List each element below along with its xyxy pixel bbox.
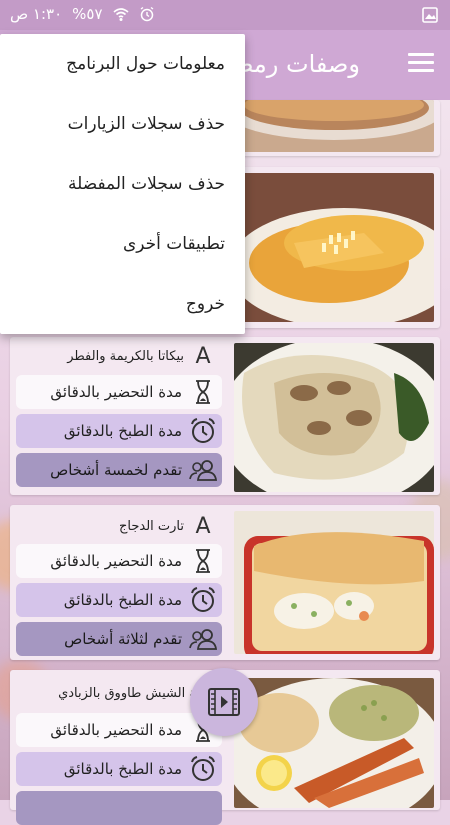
hourglass-icon	[188, 377, 218, 407]
prep-time-pill[interactable]: مدة التحضير بالدقائق	[16, 544, 222, 578]
recipe-image	[234, 100, 434, 152]
menu-item-exit[interactable]: خروج	[0, 274, 245, 334]
hourglass-icon	[188, 546, 218, 576]
wifi-icon	[113, 8, 129, 21]
menu-item-clear-favorites[interactable]: حذف سجلات المفضلة	[0, 154, 245, 214]
prep-time-pill[interactable]: مدة التحضير بالدقائق	[16, 375, 222, 409]
overflow-menu: معلومات حول البرنامج حذف سجلات الزيارات …	[0, 34, 245, 334]
status-bar: ١:٣٠ ص %٥٧	[0, 0, 450, 30]
menu-item-clear-history[interactable]: حذف سجلات الزيارات	[0, 94, 245, 154]
alarm-clock-icon	[188, 585, 218, 615]
prep-time-label: مدة التحضير بالدقائق	[50, 552, 182, 570]
alarm-icon	[140, 6, 153, 22]
cook-time-label: مدة الطبخ بالدقائق	[63, 591, 182, 609]
alarm-clock-icon	[188, 754, 218, 784]
recipe-title-row: تارت الدجاج A	[10, 513, 216, 539]
servings-pill[interactable]	[16, 791, 222, 825]
servings-label: تقدم لخمسة أشخاص	[50, 461, 182, 479]
video-icon	[208, 688, 240, 716]
menu-item-other-apps[interactable]: تطبيقات أخرى	[0, 214, 245, 274]
recipe-image	[234, 511, 434, 654]
recipe-image	[234, 343, 434, 492]
alarm-clock-icon	[188, 416, 218, 446]
cook-time-pill[interactable]: مدة الطبخ بالدقائق	[16, 752, 222, 786]
recipe-image	[234, 678, 434, 808]
cook-time-label: مدة الطبخ بالدقائق	[63, 760, 182, 778]
people-icon	[188, 624, 218, 654]
prep-time-label: مدة التحضير بالدقائق	[50, 721, 182, 739]
title-letter-icon: A	[195, 343, 211, 369]
title-letter-icon: A	[195, 513, 211, 539]
prep-time-pill[interactable]: مدة التحضير بالدقائق	[16, 713, 222, 747]
servings-pill[interactable]: تقدم لخمسة أشخاص	[16, 453, 222, 487]
menu-item-about[interactable]: معلومات حول البرنامج	[0, 34, 245, 94]
recipe-title: بيكاتا بالكريمة والفطر	[67, 348, 184, 364]
battery-percent: %٥٧	[72, 5, 103, 23]
cook-time-label: مدة الطبخ بالدقائق	[63, 422, 182, 440]
recipe-title: تارت الدجاج	[118, 518, 184, 534]
recipe-card[interactable]: تارت الدجاج A مدة التحضير بالدقائق مدة ا…	[10, 505, 440, 660]
recipe-image	[234, 173, 434, 322]
people-icon	[188, 455, 218, 485]
cook-time-pill[interactable]: مدة الطبخ بالدقائق	[16, 414, 222, 448]
recipe-title-row: تتبيلة الشيش طاووق بالزبادي	[10, 680, 216, 706]
status-icons: ١:٣٠ ص %٥٧	[10, 5, 155, 23]
recipe-card[interactable]: بيكاتا بالكريمة والفطر A مدة التحضير بال…	[10, 337, 440, 495]
prep-time-label: مدة التحضير بالدقائق	[50, 383, 182, 401]
recipe-title-row: بيكاتا بالكريمة والفطر A	[10, 343, 216, 369]
cook-time-pill[interactable]: مدة الطبخ بالدقائق	[16, 583, 222, 617]
servings-pill[interactable]: تقدم لثلاثة أشخاص	[16, 622, 222, 656]
gallery-notification-icon	[422, 7, 438, 23]
menu-hamburger-icon[interactable]	[408, 53, 434, 77]
servings-label: تقدم لثلاثة أشخاص	[64, 630, 182, 648]
status-time: ١:٣٠ ص	[10, 5, 63, 23]
video-fab-button[interactable]	[190, 668, 258, 736]
